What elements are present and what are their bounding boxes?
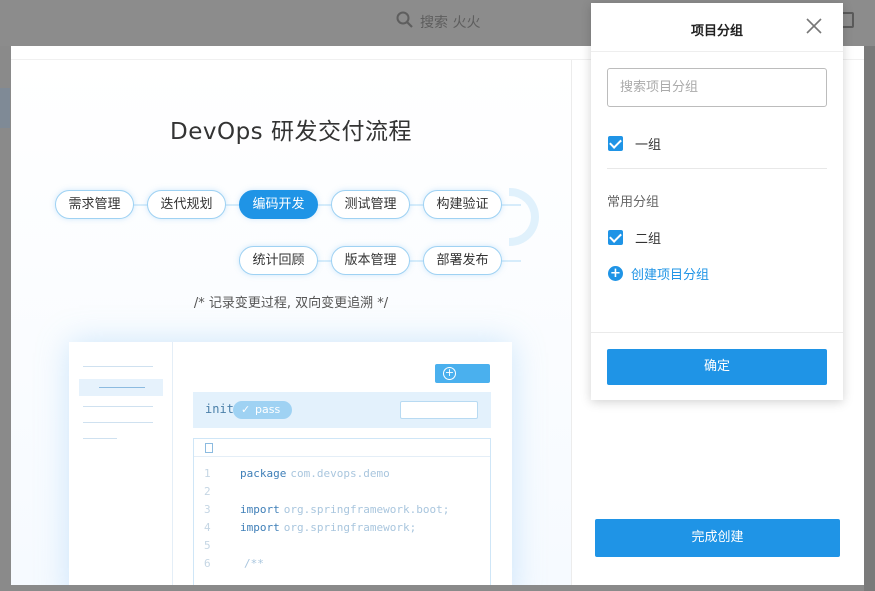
template-preview-pane: DevOps 研发交付流程 需求管理 迭代规划 编码开发 测试管理 构建验证 统… <box>11 60 571 585</box>
pipeline-name: init <box>205 402 234 416</box>
group-option-label: 二组 <box>635 232 662 247</box>
project-group-popover: 项目分组 一组 常用分组 二组 + 创建项目分组 确定 <box>591 3 843 400</box>
plus-circle-icon: + <box>608 266 623 281</box>
flow-connector-arc <box>509 188 539 246</box>
group-search-input[interactable] <box>607 68 827 107</box>
background-sidebar-strip <box>0 88 10 128</box>
illustration-sidebar-line <box>83 438 117 439</box>
illustration-input <box>400 401 478 419</box>
group-option-label: 一组 <box>635 138 662 153</box>
flow-caption: /* 记录变更过程, 双向变更追溯 */ <box>193 296 389 311</box>
background-search: 搜索 火火 <box>396 11 480 33</box>
flow-step: 部署发布 <box>423 246 502 275</box>
pipeline-status-badge: pass <box>233 401 293 419</box>
code-block-header <box>194 439 490 457</box>
illustration-sidebar <box>69 342 173 585</box>
flow-step: 测试管理 <box>331 190 410 219</box>
illustration-sidebar-line <box>83 406 153 407</box>
flow-step: 构建验证 <box>423 190 502 219</box>
illustration-sidebar-line <box>83 422 153 423</box>
preview-title: DevOps 研发交付流程 <box>170 119 412 145</box>
confirm-button[interactable]: 确定 <box>607 349 827 385</box>
flow-step-active: 编码开发 <box>239 190 318 219</box>
close-icon[interactable] <box>805 17 823 35</box>
flow-step: 版本管理 <box>331 246 410 275</box>
illustration-sidebar-line <box>83 366 153 367</box>
create-group-link[interactable]: + 创建项目分组 <box>608 264 709 283</box>
plus-icon: + <box>443 366 456 380</box>
scrollbar-track <box>864 46 875 591</box>
flow-step: 需求管理 <box>55 190 134 219</box>
search-icon <box>396 11 414 33</box>
illustration-add-button: + <box>435 364 490 383</box>
finish-create-button[interactable]: 完成创建 <box>595 519 840 557</box>
illustration-pipeline-row: init pass <box>193 392 491 428</box>
code-illustration: + init pass 1packagecom.devops.demo 2 3i… <box>69 342 512 585</box>
background-search-label: 搜索 火火 <box>420 15 481 31</box>
common-groups-heading: 常用分组 <box>607 195 660 210</box>
popover-divider <box>607 168 827 169</box>
checkbox-checked[interactable] <box>608 136 623 151</box>
popover-header: 项目分组 <box>591 3 843 52</box>
common-group-option[interactable]: 二组 <box>608 228 661 247</box>
create-group-label: 创建项目分组 <box>631 268 710 283</box>
checkbox-checked[interactable] <box>608 230 623 245</box>
flow-step: 统计回顾 <box>239 246 318 275</box>
illustration-sidebar-line <box>99 387 145 388</box>
popover-footer-divider <box>591 332 843 333</box>
group-option[interactable]: 一组 <box>608 134 661 153</box>
illustration-code-block: 1 package com.devops.demo 2 3 import org.spr… <box>193 438 491 585</box>
flow-step: 迭代规划 <box>147 190 226 219</box>
document-icon <box>205 443 213 453</box>
